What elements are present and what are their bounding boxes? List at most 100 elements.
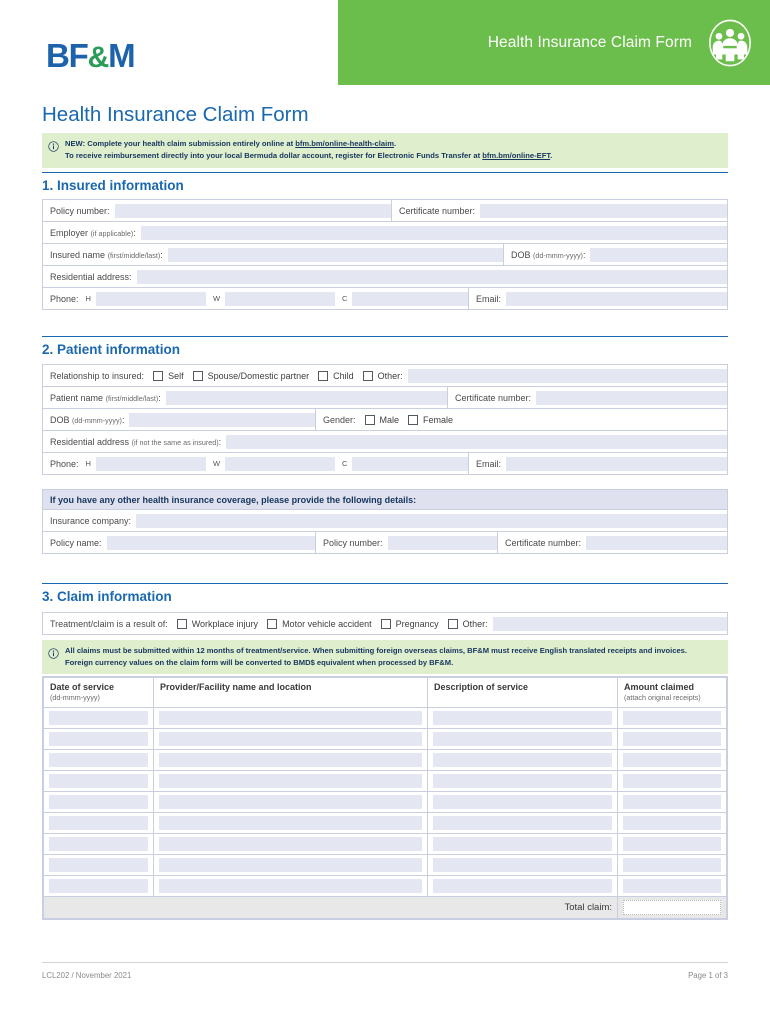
policy-number-input[interactable]	[114, 203, 391, 218]
checkbox-female[interactable]	[408, 414, 419, 425]
claim-row-input[interactable]	[49, 774, 148, 788]
checkbox-self[interactable]	[153, 370, 164, 381]
checkbox-motor-vehicle-accident-label: Motor vehicle accident	[282, 618, 372, 629]
claim-row-input[interactable]	[623, 711, 721, 725]
checkbox-child[interactable]	[318, 370, 329, 381]
other-policy-number-input[interactable]	[387, 535, 497, 550]
checkbox-other-relationship[interactable]	[362, 370, 373, 381]
insured-dob-cell: DOB (dd-mmm-yyyy):	[503, 244, 727, 265]
phone-cell-input[interactable]	[352, 291, 468, 306]
checkbox-pregnancy[interactable]	[380, 618, 391, 629]
table-cell	[427, 791, 618, 813]
other-policy-name-input[interactable]	[106, 535, 315, 550]
claim-row-input[interactable]	[623, 879, 721, 893]
policy-number-label: Policy number:	[50, 205, 110, 216]
claim-row-input[interactable]	[433, 879, 612, 893]
claim-row-input[interactable]	[49, 795, 148, 809]
insured-dob-input[interactable]	[590, 247, 727, 262]
claim-row-input[interactable]	[49, 879, 148, 893]
claim-row-input[interactable]	[159, 879, 422, 893]
claim-row-input[interactable]	[49, 837, 148, 851]
patient-phone-work-input[interactable]	[225, 456, 336, 471]
phone-work-input[interactable]	[225, 291, 336, 306]
claim-row-input[interactable]	[159, 732, 422, 746]
table-row	[43, 707, 727, 729]
claim-row-input[interactable]	[433, 816, 612, 830]
claim-row-input[interactable]	[623, 816, 721, 830]
claim-row-input[interactable]	[623, 753, 721, 767]
patient-residential-address-cell: Residential address (if not the same as …	[43, 431, 727, 452]
table-cell	[43, 833, 154, 855]
patient-dob-input[interactable]	[129, 412, 315, 427]
claim-row-input[interactable]	[49, 816, 148, 830]
table-row	[43, 749, 727, 771]
table-cell	[153, 812, 428, 834]
checkbox-motor-vehicle-accident[interactable]	[267, 618, 278, 629]
patient-dob-cell: DOB (dd-mmm-yyyy):	[43, 409, 315, 430]
other-treatment-input[interactable]	[492, 616, 727, 631]
row-treatment-result: Treatment/claim is a result of: Workplac…	[43, 613, 727, 635]
phone-work-label: W	[212, 294, 221, 303]
patient-email-label: Email:	[476, 458, 502, 469]
claim-row-input[interactable]	[623, 837, 721, 851]
claim-row-input[interactable]	[159, 858, 422, 872]
claim-row-input[interactable]	[433, 795, 612, 809]
claim-row-input[interactable]	[623, 732, 721, 746]
header-band-title: Health Insurance Claim Form	[487, 33, 692, 51]
claim-row-input[interactable]	[623, 795, 721, 809]
insurance-company-label: Insurance company:	[50, 515, 132, 526]
other-policy-number-cell: Policy number:	[315, 532, 497, 553]
residential-address-input[interactable]	[136, 269, 727, 284]
email-input[interactable]	[506, 291, 727, 306]
insurance-company-input[interactable]	[136, 513, 727, 528]
patient-information-block: Relationship to insured: Self Spouse/Dom…	[42, 364, 728, 475]
table-cell	[43, 707, 154, 729]
patient-phone-cell-input[interactable]	[352, 456, 468, 471]
residential-address-cell: Residential address:	[43, 266, 727, 287]
claim-row-input[interactable]	[159, 774, 422, 788]
claim-row-input[interactable]	[49, 732, 148, 746]
claim-row-input[interactable]	[159, 837, 422, 851]
claim-row-input[interactable]	[433, 774, 612, 788]
certificate-number-input[interactable]	[480, 203, 727, 218]
claim-row-input[interactable]	[433, 753, 612, 767]
table-row	[43, 833, 727, 855]
patient-certificate-number-input[interactable]	[536, 390, 727, 405]
patient-residential-address-input[interactable]	[226, 434, 727, 449]
other-certificate-number-input[interactable]	[586, 535, 727, 550]
online-health-claim-link[interactable]: bfm.bm/online-health-claim	[295, 139, 394, 148]
claim-row-input[interactable]	[433, 858, 612, 872]
other-relationship-input[interactable]	[407, 368, 727, 383]
claim-row-input[interactable]	[49, 753, 148, 767]
row-employer: Employer (if applicable):	[43, 222, 727, 244]
online-eft-link[interactable]: bfm.bm/online-EFT	[482, 151, 550, 160]
patient-phone-home-input[interactable]	[95, 456, 206, 471]
claim-row-input[interactable]	[49, 858, 148, 872]
table-cell	[617, 791, 727, 813]
claim-row-input[interactable]	[433, 711, 612, 725]
row-patient-name-certificate: Patient name (first/middle/last): Certif…	[43, 387, 727, 409]
checkbox-male[interactable]	[364, 414, 375, 425]
claim-row-input[interactable]	[623, 774, 721, 788]
insured-name-input[interactable]	[167, 247, 503, 262]
claim-row-input[interactable]	[159, 795, 422, 809]
checkbox-workplace-injury[interactable]	[176, 618, 187, 629]
checkbox-other-treatment[interactable]	[447, 618, 458, 629]
claim-row-input[interactable]	[433, 837, 612, 851]
claim-row-input[interactable]	[49, 711, 148, 725]
claim-row-input[interactable]	[159, 816, 422, 830]
employer-input[interactable]	[140, 225, 727, 240]
claim-table-footer: Total claim:	[43, 896, 727, 919]
checkbox-pregnancy-label: Pregnancy	[395, 618, 439, 629]
patient-email-input[interactable]	[506, 456, 727, 471]
claim-row-input[interactable]	[159, 711, 422, 725]
claim-row-input[interactable]	[433, 732, 612, 746]
table-cell	[427, 707, 618, 729]
table-cell	[153, 833, 428, 855]
checkbox-spouse[interactable]	[192, 370, 203, 381]
phone-home-input[interactable]	[95, 291, 206, 306]
claim-row-input[interactable]	[159, 753, 422, 767]
claim-row-input[interactable]	[623, 858, 721, 872]
total-claim-input[interactable]	[623, 900, 721, 915]
patient-name-input[interactable]	[165, 390, 447, 405]
